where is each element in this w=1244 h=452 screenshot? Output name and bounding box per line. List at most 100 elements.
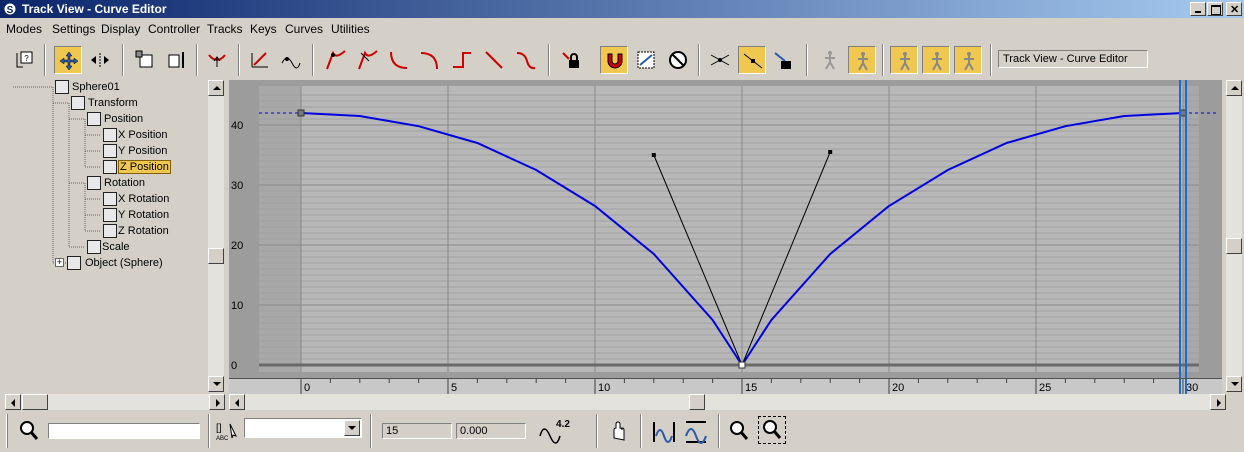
show-non-selected-button[interactable] (664, 46, 692, 74)
edit-track-set-button[interactable]: [] ABC (214, 420, 242, 442)
y-tick-label: 30 (231, 180, 243, 192)
tree-scroll-thumb[interactable] (208, 248, 224, 264)
rotation-icon (87, 176, 101, 190)
graph-scroll-down-icon[interactable] (1226, 376, 1242, 392)
y-tick-label: 40 (231, 120, 243, 132)
biped-button[interactable] (816, 46, 844, 74)
curve-track-icon (103, 208, 117, 222)
zoom-region-button[interactable] (758, 416, 786, 444)
maximize-button[interactable] (1207, 2, 1223, 16)
graph-scroll-left-icon[interactable] (229, 394, 245, 410)
lock-handles-button[interactable] (770, 46, 798, 74)
move-keys-button[interactable] (54, 46, 82, 74)
menu-settings[interactable]: Settings (52, 22, 95, 36)
chevron-down-icon[interactable] (344, 420, 360, 436)
scale-keys-button[interactable] (131, 46, 159, 74)
expand-icon[interactable]: + (55, 258, 64, 267)
x-tick-label: 25 (1039, 382, 1051, 394)
graph-vscroll-thumb[interactable] (1226, 238, 1242, 254)
graph-hscroll-thumb[interactable] (689, 394, 705, 410)
scale-icon (87, 240, 101, 254)
graph-scroll-up-icon[interactable] (1226, 80, 1242, 96)
track-view-name-field[interactable]: Track View - Curve Editor (998, 50, 1148, 68)
tangents-slow-button[interactable] (416, 46, 444, 74)
scroll-right-icon[interactable] (209, 394, 225, 410)
lock-tangents-button[interactable] (558, 46, 586, 74)
x-tick-label: 10 (598, 382, 610, 394)
tangents-custom-button[interactable] (354, 46, 382, 74)
minimize-button[interactable] (1190, 2, 1206, 16)
biped-y-button[interactable] (922, 46, 950, 74)
y-tick-label: 20 (231, 240, 243, 252)
biped-z-button[interactable] (954, 46, 982, 74)
graph-scroll-right-icon[interactable] (1210, 394, 1226, 410)
transform-icon (71, 96, 85, 110)
tangents-auto-button[interactable] (322, 46, 350, 74)
snap-frames-button[interactable] (600, 46, 628, 74)
reduce-keys-button[interactable] (276, 46, 304, 74)
scale-values-button[interactable] (162, 46, 190, 74)
tangents-smooth-button[interactable] (512, 46, 540, 74)
y-tick-label: 10 (231, 300, 243, 312)
zoom-selected-button[interactable] (16, 418, 42, 444)
frame-field[interactable]: 15 (382, 423, 452, 439)
tangent-handle (651, 153, 656, 157)
menu-tracks[interactable]: Tracks (207, 22, 243, 36)
controller-tree: Sphere01 Transform Position X Position Y… (5, 80, 209, 392)
show-tangents-button[interactable] (706, 46, 734, 74)
zoom-value-extents-button[interactable] (682, 418, 710, 446)
tangents-fast-button[interactable] (384, 46, 412, 74)
selected-name-field[interactable] (48, 423, 200, 439)
curve-key (297, 109, 305, 117)
scroll-left-icon[interactable] (5, 394, 21, 410)
time-ruler[interactable]: 0 5 10 15 20 25 30 (229, 378, 1222, 395)
filters-button[interactable]: ? (10, 46, 38, 74)
menu-display[interactable]: Display (101, 22, 140, 36)
curve-track-icon (103, 160, 117, 174)
graph-vertical-scrollbar[interactable] (1226, 80, 1242, 392)
tree-vertical-scrollbar[interactable] (208, 80, 224, 392)
menu-curves[interactable]: Curves (285, 22, 323, 36)
curve-graph-canvas[interactable]: 40 30 20 10 0 (229, 80, 1222, 378)
title-bar: S Track View - Curve Editor ✕ (0, 0, 1244, 18)
biped-x-button[interactable] (890, 46, 918, 74)
lock-selection-button[interactable] (632, 46, 660, 74)
curve-editor-graph[interactable]: 40 30 20 10 0 (229, 80, 1222, 378)
zoom-horizontal-extents-button[interactable] (650, 418, 678, 446)
curve-track-icon (103, 192, 117, 206)
x-tick-label: 20 (892, 382, 904, 394)
slide-keys-button[interactable] (86, 46, 114, 74)
tangents-step-button[interactable] (448, 46, 476, 74)
value-field[interactable]: 0.000 (456, 423, 526, 439)
graph-horizontal-scrollbar[interactable] (229, 394, 1226, 410)
scroll-up-icon[interactable] (208, 80, 224, 96)
close-button[interactable]: ✕ (1226, 2, 1242, 16)
value-curve-button[interactable]: 4.2 (536, 416, 574, 446)
menu-utilities[interactable]: Utilities (331, 22, 370, 36)
biped-motion-button[interactable] (848, 46, 876, 74)
zoom-button[interactable] (726, 418, 752, 444)
time-ruler-canvas[interactable]: 0 5 10 15 20 25 30 (229, 379, 1222, 395)
menu-controller[interactable]: Controller (148, 22, 200, 36)
tangents-linear-button[interactable] (480, 46, 508, 74)
scroll-down-icon[interactable] (208, 376, 224, 392)
svg-text:?: ? (24, 54, 29, 63)
tangent-handle (828, 150, 833, 154)
curve-track-icon (103, 224, 117, 238)
menu-modes[interactable]: Modes (6, 22, 42, 36)
tree-hscroll-thumb[interactable] (22, 394, 48, 410)
tree-horizontal-scrollbar[interactable] (5, 394, 225, 410)
x-tick-label: 5 (451, 382, 457, 394)
app-icon: S (3, 2, 17, 16)
y-tick-label: 0 (231, 360, 237, 372)
x-tick-label: 15 (745, 382, 757, 394)
pan-button[interactable] (606, 418, 632, 444)
numeric-label: 4.2 (556, 419, 570, 430)
add-keys-button[interactable] (203, 46, 231, 74)
draw-curves-button[interactable] (246, 46, 274, 74)
show-keyable-button[interactable] (738, 46, 766, 74)
menu-keys[interactable]: Keys (250, 22, 277, 36)
svg-text:S: S (7, 5, 14, 16)
curve-track-icon (103, 128, 117, 142)
track-set-dropdown[interactable] (244, 418, 362, 438)
